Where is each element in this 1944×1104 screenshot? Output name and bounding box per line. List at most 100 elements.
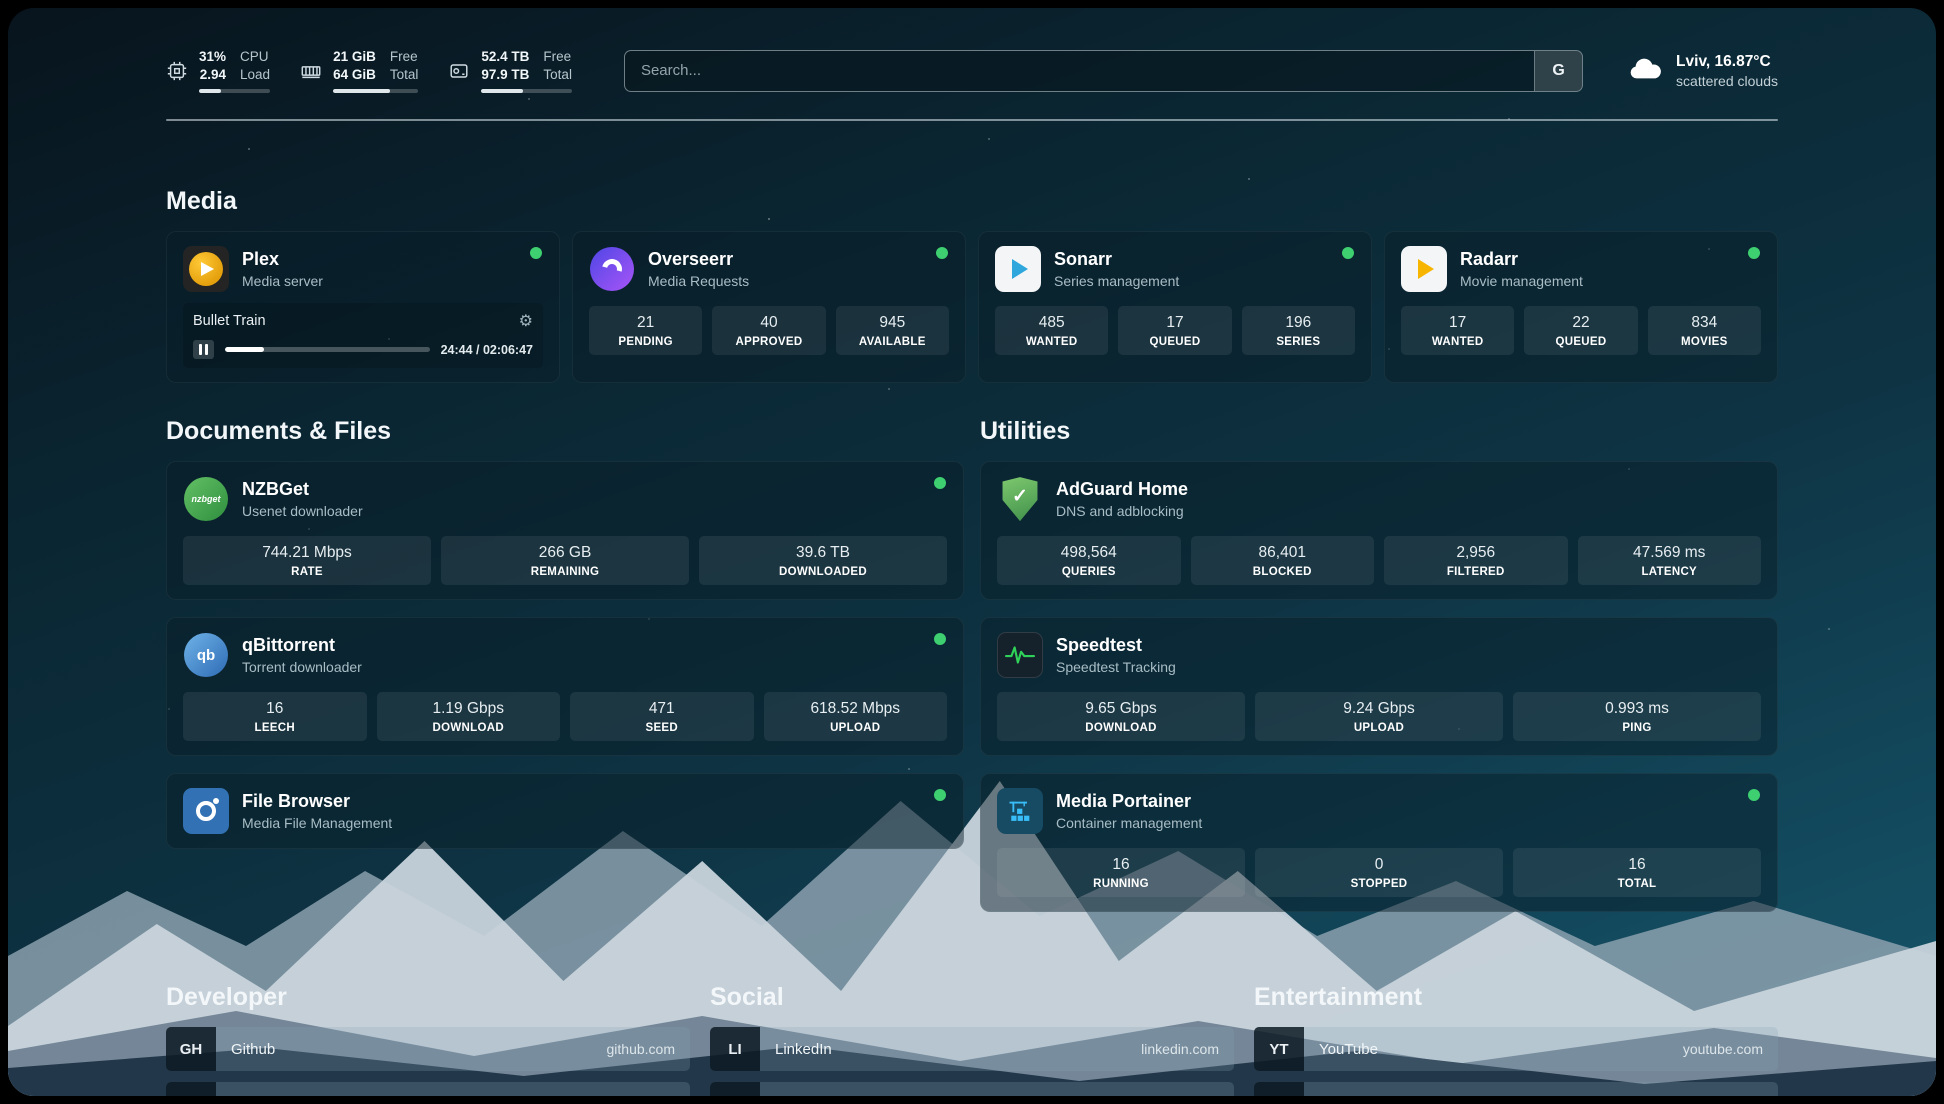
nzbget-icon: nzbget bbox=[183, 476, 229, 522]
bookmark-name: Github bbox=[216, 1041, 607, 1058]
section-entertainment: Entertainment YT YouTube youtube.com NF … bbox=[1254, 983, 1778, 1096]
bookmark-url: github.com bbox=[607, 1041, 690, 1057]
stat-rate: 744.21 Mbps RATE bbox=[183, 536, 431, 585]
service-title: Media Portainer bbox=[1056, 791, 1202, 812]
stat-seed: 471 SEED bbox=[570, 692, 754, 741]
service-card-filebrowser[interactable]: File Browser Media File Management bbox=[166, 773, 964, 849]
weather-location: Lviv, 16.87°C bbox=[1676, 53, 1778, 71]
bookmark-name: YouTube bbox=[1304, 1041, 1683, 1058]
stat-wanted: 485 WANTED bbox=[995, 306, 1108, 355]
section-title-media: Media bbox=[166, 187, 1778, 216]
status-dot bbox=[934, 789, 946, 801]
cpu-label: CPU bbox=[240, 48, 270, 66]
service-subtitle: Series management bbox=[1054, 273, 1179, 289]
section-title-social: Social bbox=[710, 983, 1234, 1012]
filebrowser-icon bbox=[183, 788, 229, 834]
ram-widget: 21 GiB 64 GiB Free Total bbox=[300, 48, 418, 93]
gear-icon[interactable]: ⚙ bbox=[519, 311, 533, 331]
stat-ping: 0.993 ms PING bbox=[1513, 692, 1761, 741]
stat-total: 16 TOTAL bbox=[1513, 848, 1761, 897]
section-social: Social LI LinkedIn linkedin.com TW Twitt… bbox=[710, 983, 1234, 1096]
bookmark-name: LinkedIn bbox=[760, 1041, 1141, 1058]
dashboard-window: 31% 2.94 CPU Load bbox=[8, 8, 1936, 1096]
ram-total-label: Total bbox=[390, 66, 419, 84]
cpu-usage-value: 31% bbox=[199, 48, 226, 66]
section-title-developer: Developer bbox=[166, 983, 690, 1012]
stat-blocked: 86,401 BLOCKED bbox=[1191, 536, 1375, 585]
sonarr-icon bbox=[995, 246, 1041, 292]
service-title: qBittorrent bbox=[242, 635, 362, 656]
service-title: Overseerr bbox=[648, 249, 749, 270]
bookmark-youtube[interactable]: YT YouTube youtube.com bbox=[1254, 1027, 1778, 1071]
service-subtitle: Media File Management bbox=[242, 815, 392, 831]
playback-progress-track[interactable] bbox=[225, 347, 430, 352]
stat-series: 196 SERIES bbox=[1242, 306, 1355, 355]
stat-running: 16 RUNNING bbox=[997, 848, 1245, 897]
stat-download: 1.19 Gbps DOWNLOAD bbox=[377, 692, 561, 741]
service-title: NZBGet bbox=[242, 479, 363, 500]
service-title: File Browser bbox=[242, 791, 392, 812]
section-title-documents: Documents & Files bbox=[166, 417, 964, 446]
service-subtitle: Movie management bbox=[1460, 273, 1583, 289]
disk-usage-bar bbox=[481, 89, 572, 93]
search-input[interactable] bbox=[625, 51, 1534, 91]
adguard-icon: ✓ bbox=[997, 476, 1043, 522]
service-subtitle: Usenet downloader bbox=[242, 503, 363, 519]
section-documents: Documents & Files nzbget NZBGet Usenet d… bbox=[166, 417, 964, 929]
disk-free-label: Free bbox=[543, 48, 572, 66]
stat-approved: 40 APPROVED bbox=[712, 306, 825, 355]
ram-free-label: Free bbox=[390, 48, 419, 66]
service-subtitle: Media server bbox=[242, 273, 323, 289]
bookmark-stackoverflow[interactable]: SO StackOverflow stackoverflow.com bbox=[166, 1082, 690, 1096]
status-dot bbox=[934, 633, 946, 645]
ram-usage-bar bbox=[333, 89, 418, 93]
status-dot bbox=[530, 247, 542, 259]
service-title: Plex bbox=[242, 249, 323, 270]
disk-widget: 52.4 TB 97.9 TB Free Total bbox=[448, 48, 572, 93]
bookmark-abbr: YT bbox=[1254, 1027, 1304, 1071]
search-bar: G bbox=[624, 50, 1583, 92]
disk-usage-bar-fill bbox=[481, 89, 523, 93]
stat-stopped: 0 STOPPED bbox=[1255, 848, 1503, 897]
bookmark-abbr: GH bbox=[166, 1027, 216, 1071]
bookmark-abbr: LI bbox=[710, 1027, 760, 1071]
stat-download: 9.65 Gbps DOWNLOAD bbox=[997, 692, 1245, 741]
service-card-portainer[interactable]: Media Portainer Container management 16 … bbox=[980, 773, 1778, 912]
service-card-radarr[interactable]: Radarr Movie management 17 WANTED 22 QUE… bbox=[1384, 231, 1778, 383]
status-dot bbox=[1342, 247, 1354, 259]
cpu-icon bbox=[166, 60, 188, 82]
service-subtitle: Speedtest Tracking bbox=[1056, 659, 1176, 675]
section-media: Media Plex Media server bbox=[166, 187, 1778, 383]
bookmark-twitter[interactable]: TW Twitter twitter.com bbox=[710, 1082, 1234, 1096]
playback-progress-fill bbox=[225, 347, 264, 352]
speedtest-icon bbox=[997, 632, 1043, 678]
service-card-overseerr[interactable]: Overseerr Media Requests 21 PENDING 40 A… bbox=[572, 231, 966, 383]
section-title-entertainment: Entertainment bbox=[1254, 983, 1778, 1012]
service-card-speedtest[interactable]: Speedtest Speedtest Tracking 9.65 Gbps D… bbox=[980, 617, 1778, 756]
bookmark-url: linkedin.com bbox=[1141, 1041, 1234, 1057]
cpu-load-value: 2.94 bbox=[200, 66, 226, 84]
service-title: AdGuard Home bbox=[1056, 479, 1188, 500]
pause-button[interactable] bbox=[193, 340, 214, 359]
bookmark-linkedin[interactable]: LI LinkedIn linkedin.com bbox=[710, 1027, 1234, 1071]
service-card-sonarr[interactable]: Sonarr Series management 485 WANTED 17 Q… bbox=[978, 231, 1372, 383]
ram-usage-bar-fill bbox=[333, 89, 390, 93]
plex-icon bbox=[183, 246, 229, 292]
service-card-adguard[interactable]: ✓ AdGuard Home DNS and adblocking 498,56… bbox=[980, 461, 1778, 600]
service-card-nzbget[interactable]: nzbget NZBGet Usenet downloader 744.21 M… bbox=[166, 461, 964, 600]
google-search-button[interactable]: G bbox=[1534, 51, 1582, 91]
weather-widget: Lviv, 16.87°C scattered clouds bbox=[1627, 53, 1778, 89]
service-subtitle: DNS and adblocking bbox=[1056, 503, 1188, 519]
status-dot bbox=[1748, 789, 1760, 801]
stat-pending: 21 PENDING bbox=[589, 306, 702, 355]
bookmark-github[interactable]: GH Github github.com bbox=[166, 1027, 690, 1071]
service-card-plex[interactable]: Plex Media server Bullet Train ⚙ bbox=[166, 231, 560, 383]
stat-downloaded: 39.6 TB DOWNLOADED bbox=[699, 536, 947, 585]
stat-latency: 47.569 ms LATENCY bbox=[1578, 536, 1762, 585]
stat-available: 945 AVAILABLE bbox=[836, 306, 949, 355]
now-playing-title: Bullet Train bbox=[193, 313, 266, 329]
header-divider bbox=[166, 119, 1778, 121]
bookmark-netflix[interactable]: NF Netflix netflix.com bbox=[1254, 1082, 1778, 1096]
service-card-qbittorrent[interactable]: qb qBittorrent Torrent downloader 16 LEE… bbox=[166, 617, 964, 756]
disk-icon bbox=[448, 60, 470, 82]
